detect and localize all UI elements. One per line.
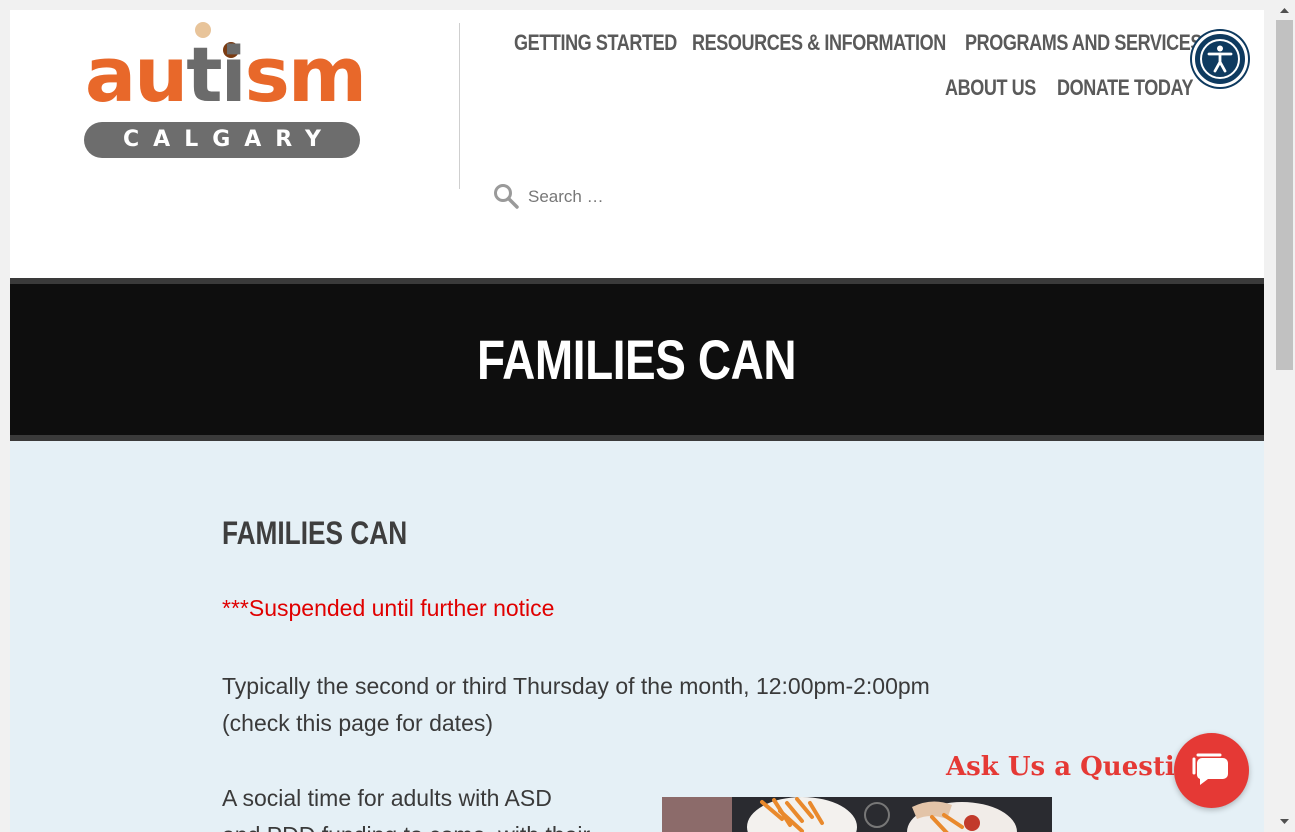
nav-donate-today[interactable]: DONATE TODAY xyxy=(1057,75,1193,101)
nav-about-us[interactable]: ABOUT US xyxy=(945,75,1036,101)
page-title: FAMILIES CAN xyxy=(477,328,797,391)
site-header: autism CALGARY GETTING STARTED RESOURCES… xyxy=(10,10,1264,278)
ask-question-label[interactable]: Ask Us a Question xyxy=(946,752,1211,782)
scroll-down-arrow-icon[interactable] xyxy=(1274,812,1295,832)
scrollbar-thumb[interactable] xyxy=(1276,20,1293,370)
logo-wordmark: autism xyxy=(84,30,367,119)
vertical-scrollbar[interactable] xyxy=(1274,0,1295,832)
schedule-text: Typically the second or third Thursday o… xyxy=(222,668,1042,742)
page: autism CALGARY GETTING STARTED RESOURCES… xyxy=(10,10,1264,832)
autism-calgary-logo[interactable]: autism CALGARY xyxy=(80,22,370,172)
search-icon[interactable] xyxy=(492,182,520,210)
search-input[interactable] xyxy=(528,184,828,210)
intro-line-2: and PDD funding to come, with their xyxy=(222,817,642,832)
content-heading: FAMILIES CAN xyxy=(222,515,408,551)
chat-button[interactable] xyxy=(1174,733,1249,808)
intro-line-1: A social time for adults with ASD xyxy=(222,785,552,811)
food-photo xyxy=(662,797,1052,832)
nav-programs-services[interactable]: PROGRAMS AND SERVICES xyxy=(965,30,1202,56)
header-divider xyxy=(459,23,460,189)
accessibility-person-icon xyxy=(1200,39,1240,79)
hero-border-bottom xyxy=(10,435,1264,441)
nav-resources-information[interactable]: RESOURCES & INFORMATION xyxy=(692,30,946,56)
page-hero: FAMILIES CAN xyxy=(10,284,1264,435)
logo-subtitle: CALGARY xyxy=(84,122,360,158)
accessibility-button[interactable] xyxy=(1192,31,1248,87)
schedule-line-1: Typically the second or third Thursday o… xyxy=(222,673,930,699)
suspended-notice: ***Suspended until further notice xyxy=(222,595,555,621)
nav-getting-started[interactable]: GETTING STARTED xyxy=(514,30,677,56)
food-photo-graphic xyxy=(662,797,1052,832)
intro-text: A social time for adults with ASD and PD… xyxy=(222,780,642,832)
search-form xyxy=(492,182,892,214)
chat-bubble-icon xyxy=(1192,753,1228,785)
scroll-up-arrow-icon[interactable] xyxy=(1274,0,1295,20)
schedule-line-2: (check this page for dates) xyxy=(222,710,494,736)
